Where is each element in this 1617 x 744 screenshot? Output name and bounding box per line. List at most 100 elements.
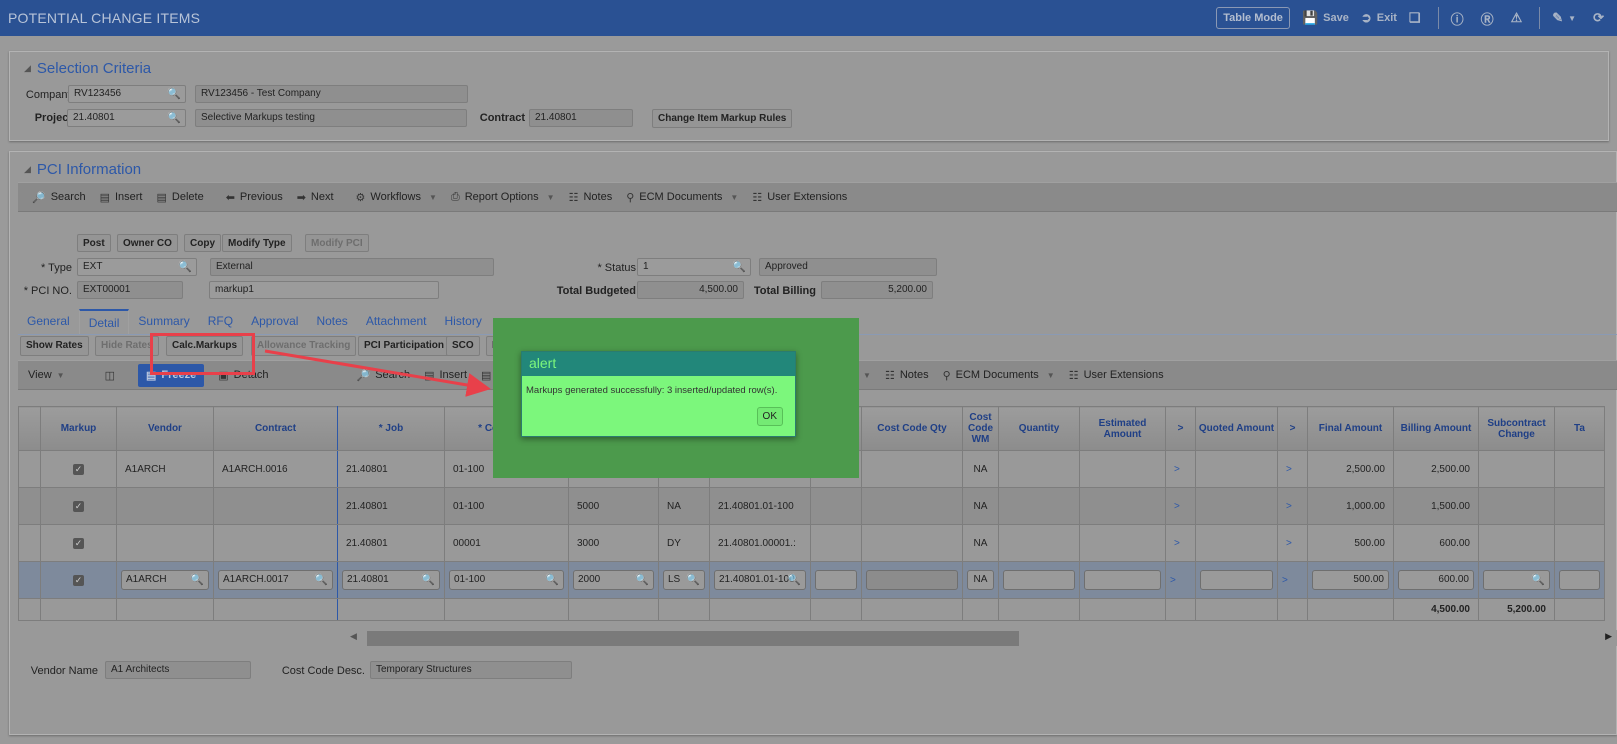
search-icon[interactable]: 🔍 [190,573,204,586]
markup-checkbox[interactable]: ✓ [73,500,84,512]
pci-no-input[interactable]: EXT00001 [77,281,183,299]
cell-um[interactable]: LS 🔍 [658,561,710,599]
tab-attachment[interactable]: Attachment [357,309,436,335]
cell-cost-code-wm[interactable]: NA [962,487,999,525]
cell-expand-2[interactable]: > [1277,487,1308,525]
col-markup[interactable]: Markup [40,406,117,451]
grid-insert-button[interactable]: ▤ Insert [424,369,467,382]
cell-quantity[interactable] [998,561,1080,599]
search-icon[interactable]: 🔍 [167,111,181,124]
cell-account[interactable]: 21.40801.01-100 [709,487,811,525]
cell-estimated-amount[interactable] [1079,450,1166,488]
cell-subcontract-change[interactable] [1478,524,1555,562]
cell-ta[interactable] [1554,487,1605,525]
table-row[interactable]: ✓ 21.40801 00001 3000 DY 21.40801.00001.: NA > >… [18,524,1605,562]
cell-final-amount[interactable]: 500.00 [1307,524,1394,562]
horizontal-scrollbar[interactable]: ◀ ▶ [346,630,1617,646]
tab-detail[interactable]: Detail [78,309,130,335]
cell-markup[interactable]: ✓ [40,524,117,562]
view-menu[interactable]: View ▼ [28,369,65,381]
expand-link[interactable]: > [1174,538,1180,549]
markup-checkbox[interactable]: ✓ [73,574,84,586]
tab-approval[interactable]: Approval [242,309,307,335]
warning-button[interactable]: ⚠ [1511,10,1528,26]
edit-cost-code-wm-input[interactable]: NA [967,570,994,590]
cell-cost-code[interactable]: 01-100 🔍 [444,561,569,599]
edit-estimated-amount-input[interactable] [1084,570,1161,590]
cell-vendor[interactable]: A1ARCH [116,450,214,488]
notes-button[interactable]: ☷ Notes [569,191,613,204]
cell-final-amount[interactable]: 1,000.00 [1307,487,1394,525]
col-contract[interactable]: Contract [213,406,338,451]
cell-account[interactable]: 21.40801.00001.: [709,524,811,562]
tab-notes[interactable]: Notes [307,309,356,335]
col-final-amount[interactable]: Final Amount [1307,406,1394,451]
tab-general[interactable]: General [18,309,79,335]
edit-cost-code-input[interactable]: 01-100 🔍 [449,570,564,590]
search-icon[interactable]: 🔍 [635,573,649,586]
cell-quantity[interactable] [998,524,1080,562]
pci-description-input[interactable]: markup1 [209,281,439,299]
contract-input[interactable]: 21.40801 [529,109,633,127]
edit-final-amount-input[interactable]: 500.00 [1312,570,1389,590]
edit-account-input[interactable]: 21.40801.01-100 🔍 [714,570,806,590]
cell-category[interactable]: 5000 [568,487,659,525]
project-input[interactable]: 21.40801 🔍 [67,109,186,127]
previous-button[interactable]: ⬅ Previous [226,191,283,204]
cell-quantity[interactable] [998,487,1080,525]
cell-quoted-amount[interactable] [1195,450,1278,488]
modify-type-button[interactable]: Modify Type [222,234,292,252]
cell-subcontract-change[interactable] [1478,487,1555,525]
cell-subcontract-change[interactable] [1478,450,1555,488]
cell-days-impact[interactable] [810,561,862,599]
search-icon[interactable]: 🔍 [314,573,328,586]
cell-cost-code-qty[interactable] [861,487,963,525]
insert-button[interactable]: ▤ Insert [100,191,143,204]
edit-billing-amount-input[interactable]: 600.00 [1398,570,1474,590]
row-selector[interactable] [18,450,41,488]
cell-job[interactable]: 21.40801 [337,524,445,562]
scrollbar-thumb[interactable] [367,631,1019,646]
col-ta[interactable]: Ta [1554,406,1605,451]
col-subcontract-change[interactable]: Subcontract Change [1478,406,1555,451]
col-job[interactable]: * Job [337,406,445,451]
edit-days-impact-input[interactable] [815,570,857,590]
cell-expand-2[interactable]: > [1277,524,1308,562]
cell-category[interactable]: 3000 [568,524,659,562]
workflows-button[interactable]: ⚙ Workflows ▼ [356,191,437,204]
cell-job[interactable]: 21.40801 🔍 [337,561,445,599]
user-extensions-button[interactable]: ☷ User Extensions [752,191,847,204]
cell-estimated-amount[interactable] [1079,487,1166,525]
cell-contract[interactable] [213,487,338,525]
type-input[interactable]: EXT 🔍 [77,258,197,276]
cell-job[interactable]: 21.40801 [337,487,445,525]
pci-information-title[interactable]: ◢ PCI Information [24,161,141,178]
cell-markup[interactable]: ✓ [40,487,117,525]
search-icon[interactable]: 🔍 [178,260,192,273]
cell-contract[interactable] [213,524,338,562]
cell-quoted-amount[interactable] [1195,524,1278,562]
cell-expand-1[interactable]: > [1165,561,1196,599]
status-input[interactable]: 1 🔍 [637,258,751,276]
cell-estimated-amount[interactable] [1079,524,1166,562]
cell-expand-1[interactable]: > [1165,524,1196,562]
ecm-documents-button[interactable]: ⚲ ECM Documents ▼ [626,191,738,204]
refresh-button[interactable]: ⟳ [1593,10,1609,26]
company-input[interactable]: RV123456 🔍 [68,85,186,103]
cell-cost-code-wm[interactable]: NA [962,524,999,562]
tab-rfq[interactable]: RFQ [199,309,242,335]
cell-category[interactable]: 2000 🔍 [568,561,659,599]
cell-cost-code-qty[interactable] [861,561,963,599]
cell-job[interactable]: 21.40801 [337,450,445,488]
info-button[interactable]: ⓘ [1451,9,1469,28]
edit-um-input[interactable]: LS 🔍 [663,570,705,590]
table-row-selected[interactable]: ✓ A1ARCH 🔍 A1ARCH.0017 🔍 21.40801 🔍 01-100 🔍 2000… [18,561,1605,599]
cell-expand-2[interactable]: > [1277,450,1308,488]
cell-billing-amount[interactable]: 1,500.00 [1393,487,1479,525]
owner-co-button[interactable]: Owner CO [117,234,178,252]
sco-button[interactable]: SCO [446,336,480,356]
col-billing-amount[interactable]: Billing Amount [1393,406,1479,451]
cell-cost-code-qty[interactable] [861,450,963,488]
row-selector[interactable] [18,487,41,525]
table-mode-button[interactable]: Table Mode [1216,7,1290,29]
